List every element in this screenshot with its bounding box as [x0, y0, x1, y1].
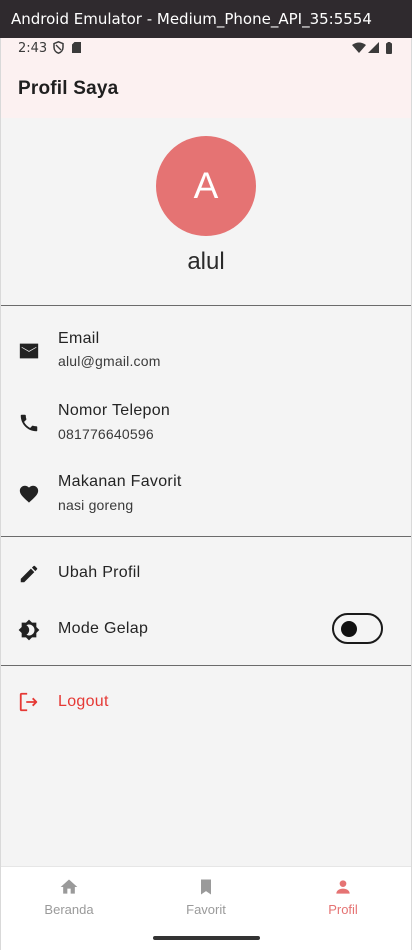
emulator-window: Android Emulator - Medium_Phone_API_35:5… [0, 0, 412, 950]
logout-label: Logout [58, 693, 109, 710]
nav-label: Beranda [44, 902, 94, 917]
home-indicator[interactable] [153, 936, 260, 940]
bookmark-icon [201, 879, 211, 895]
window-titlebar: Android Emulator - Medium_Phone_API_35:5… [0, 0, 412, 38]
info-value: 081776640596 [58, 426, 154, 442]
bottom-navigation: Beranda Favorit Profil [1, 866, 411, 950]
avatar: A [156, 136, 256, 236]
divider [1, 536, 411, 537]
page-title: Profil Saya [18, 78, 119, 99]
divider [1, 305, 411, 306]
info-label: Nomor Telepon [58, 402, 171, 419]
toggle-knob [341, 621, 357, 637]
info-value: nasi goreng [58, 497, 134, 513]
phone-screen: 2:43 Profil Saya A alul Email alul@gmail… [0, 38, 412, 950]
info-label: Email [58, 330, 100, 347]
signal-icon [368, 42, 379, 53]
status-bar: 2:43 [1, 38, 411, 60]
wifi-icon [352, 42, 366, 53]
info-item-phone: Nomor Telepon 081776640596 [1, 395, 411, 451]
dark-mode-item: Mode Gelap [1, 602, 411, 658]
nav-label: Favorit [186, 902, 226, 917]
phone-icon [20, 414, 38, 432]
logout-icon [19, 692, 38, 712]
mail-icon [19, 343, 39, 359]
brightness-icon [18, 619, 40, 641]
nav-item-home[interactable]: Beranda [1, 877, 137, 921]
heart-icon [19, 485, 39, 503]
battery-icon [386, 43, 392, 54]
info-value: alul@gmail.com [58, 353, 161, 369]
edit-icon [20, 565, 38, 583]
nav-item-profile[interactable]: Profil [275, 877, 411, 921]
shield-icon [53, 41, 64, 54]
edit-profile-label: Ubah Profil [58, 564, 141, 581]
nav-item-favorite[interactable]: Favorit [138, 877, 274, 921]
profile-name: alul [187, 248, 225, 275]
app-bar: Profil Saya [1, 60, 411, 118]
profile-header: A alul [1, 118, 411, 306]
sd-card-icon [72, 42, 81, 53]
info-label: Makanan Favorit [58, 473, 182, 490]
dark-mode-toggle[interactable] [332, 613, 383, 644]
person-icon [336, 880, 350, 894]
dark-mode-label: Mode Gelap [58, 620, 149, 637]
status-time: 2:43 [18, 41, 48, 56]
info-item-email: Email alul@gmail.com [1, 324, 411, 380]
nav-label: Profil [328, 902, 358, 917]
edit-profile-item[interactable]: Ubah Profil [1, 546, 411, 602]
window-title: Android Emulator - Medium_Phone_API_35:5… [11, 10, 372, 28]
divider [1, 665, 411, 666]
info-item-favorite-food: Makanan Favorit nasi goreng [1, 467, 411, 523]
home-icon [60, 879, 78, 894]
logout-item[interactable]: Logout [1, 674, 411, 730]
status-icons-right [352, 42, 392, 54]
